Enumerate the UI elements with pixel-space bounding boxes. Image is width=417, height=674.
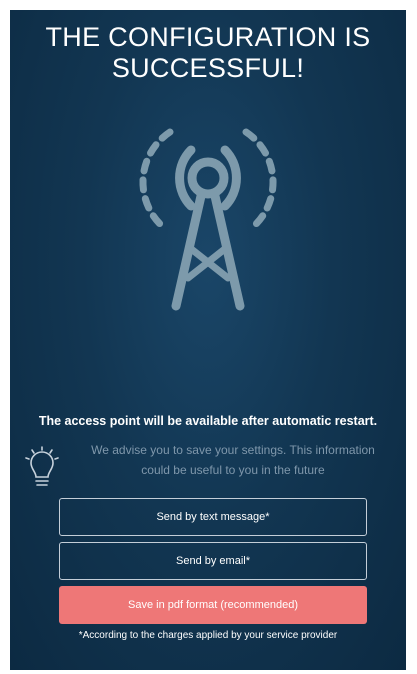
antenna-tower-icon <box>139 128 277 311</box>
title-line-2: SUCCESSFUL! <box>111 53 305 83</box>
send-by-text-message-button[interactable]: Send by text message* <box>59 498 367 536</box>
configuration-success-screen: THE CONFIGURATION IS SUCCESSFUL! The acc… <box>10 10 406 670</box>
advice-block: We advise you to save your settings. Thi… <box>10 440 406 486</box>
lightbulb-icon <box>25 446 59 486</box>
save-pdf-button[interactable]: Save in pdf format (recommended) <box>59 586 367 624</box>
advice-text: We advise you to save your settings. Thi… <box>68 440 398 480</box>
charges-footnote: *According to the charges applied by you… <box>78 630 338 641</box>
page-title: THE CONFIGURATION IS SUCCESSFUL! <box>10 22 406 84</box>
advice-line-2: could be useful to you in the future <box>141 463 325 477</box>
restart-notice: The access point will be available after… <box>38 414 378 428</box>
advice-line-1: We advise you to save your settings. Thi… <box>91 443 375 457</box>
send-by-email-button[interactable]: Send by email* <box>59 542 367 580</box>
title-line-1: THE CONFIGURATION IS <box>45 22 371 52</box>
